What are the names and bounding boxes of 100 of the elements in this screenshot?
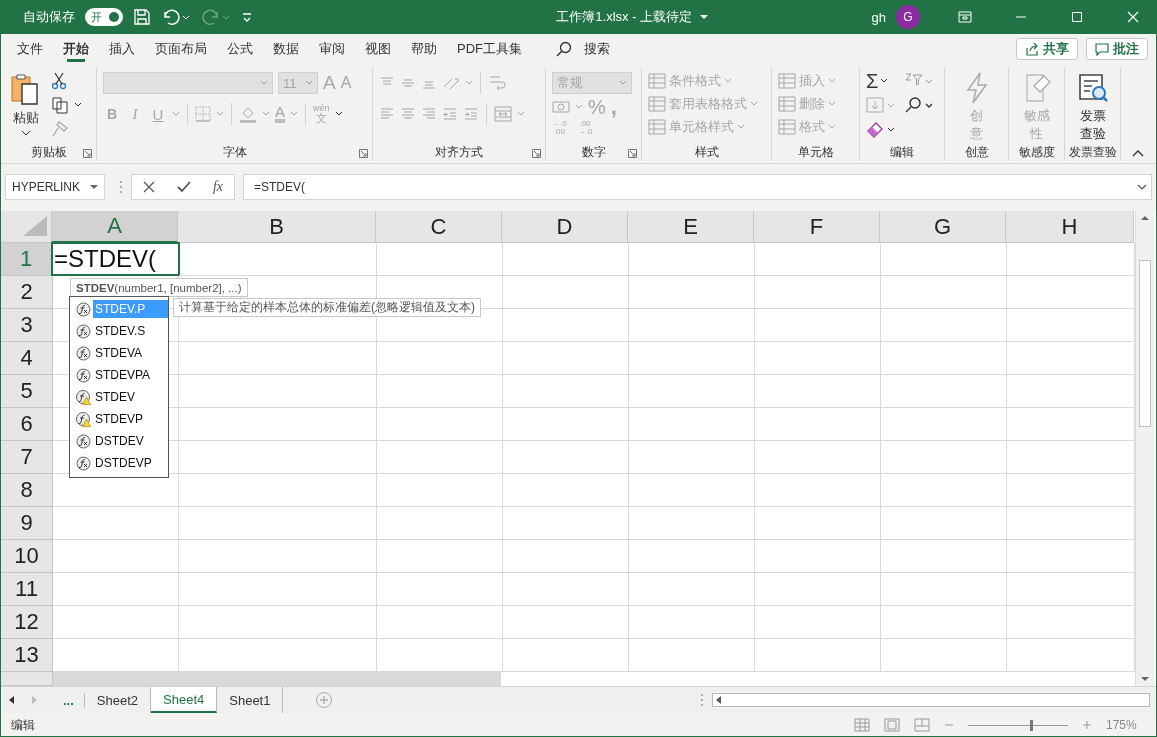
more-sheets-button[interactable]: ... bbox=[53, 692, 85, 708]
autosave-toggle[interactable]: 开 bbox=[85, 8, 123, 26]
row-header[interactable]: 12 bbox=[1, 606, 53, 639]
grid-cell[interactable] bbox=[503, 342, 629, 375]
grid-cell[interactable] bbox=[629, 507, 755, 540]
grid-cell[interactable] bbox=[881, 606, 1007, 639]
grid-cell[interactable] bbox=[629, 540, 755, 573]
ribbon-tab[interactable]: 数据 bbox=[263, 34, 309, 64]
grid-cell[interactable] bbox=[755, 606, 881, 639]
grid-cell[interactable] bbox=[377, 342, 503, 375]
dialog-launcher-icon[interactable] bbox=[83, 149, 92, 158]
ribbon-tab[interactable]: 视图 bbox=[355, 34, 401, 64]
grid-cell[interactable] bbox=[629, 606, 755, 639]
active-cell[interactable]: =STDEV( bbox=[51, 242, 180, 276]
grid-cell[interactable] bbox=[53, 573, 179, 606]
grid-cell[interactable] bbox=[755, 276, 881, 309]
grid-cell[interactable] bbox=[503, 606, 629, 639]
grid-cell[interactable] bbox=[629, 441, 755, 474]
caret-icon[interactable] bbox=[334, 111, 343, 117]
grid-cell[interactable] bbox=[755, 243, 881, 276]
row-header[interactable]: 3 bbox=[1, 309, 53, 342]
grid-cell[interactable] bbox=[881, 243, 1007, 276]
grid-cell[interactable] bbox=[881, 408, 1007, 441]
user-avatar[interactable]: G bbox=[896, 5, 920, 29]
invoice-button[interactable]: 发票查验 bbox=[1074, 70, 1111, 145]
column-header[interactable]: E bbox=[628, 211, 754, 243]
grid-cell[interactable] bbox=[53, 606, 179, 639]
column-header[interactable]: B bbox=[178, 211, 376, 243]
grid-cell[interactable] bbox=[629, 573, 755, 606]
caret-icon[interactable] bbox=[74, 102, 82, 108]
grid-cell[interactable] bbox=[881, 342, 1007, 375]
horizontal-scrollbar[interactable] bbox=[712, 693, 1150, 707]
customize-icon[interactable] bbox=[241, 10, 253, 24]
ribbon-tab[interactable]: 开始 bbox=[53, 34, 99, 64]
autosum-button[interactable]: Σ bbox=[866, 72, 902, 90]
ribbon-tab[interactable]: 帮助 bbox=[401, 34, 447, 64]
copy-icon[interactable] bbox=[51, 96, 69, 114]
function-suggestion[interactable]: STDEVP bbox=[93, 410, 168, 428]
fill-color-icon[interactable] bbox=[239, 105, 257, 123]
row-header[interactable]: 2 bbox=[1, 276, 53, 309]
insert-function-button[interactable]: fx bbox=[212, 179, 223, 195]
row-header[interactable]: 11 bbox=[1, 573, 53, 606]
grid-cell[interactable] bbox=[755, 573, 881, 606]
column-header[interactable]: H bbox=[1006, 211, 1134, 243]
grid-cell[interactable] bbox=[179, 573, 377, 606]
column-header[interactable]: A bbox=[52, 211, 178, 243]
grid-cell[interactable] bbox=[377, 540, 503, 573]
grid-cell[interactable] bbox=[53, 507, 179, 540]
grid-cell[interactable] bbox=[377, 441, 503, 474]
grid-cell[interactable] bbox=[755, 639, 881, 672]
grid-cell[interactable] bbox=[377, 474, 503, 507]
grid-cell[interactable] bbox=[503, 507, 629, 540]
ribbon-tab[interactable]: 公式 bbox=[217, 34, 263, 64]
grid-cell[interactable] bbox=[755, 342, 881, 375]
grid-cell[interactable] bbox=[629, 408, 755, 441]
grid-cell[interactable] bbox=[53, 540, 179, 573]
grid-cell[interactable] bbox=[503, 639, 629, 672]
row-header[interactable]: 4 bbox=[1, 342, 53, 375]
function-suggestion[interactable]: STDEV.S bbox=[93, 322, 168, 340]
grid-cell[interactable] bbox=[377, 408, 503, 441]
grid-cell[interactable] bbox=[629, 243, 755, 276]
grid-cell[interactable] bbox=[377, 507, 503, 540]
ribbon-tab[interactable]: PDF工具集 bbox=[447, 34, 532, 64]
ribbon-tab[interactable]: 页面布局 bbox=[145, 34, 217, 64]
grid-cell[interactable] bbox=[629, 375, 755, 408]
grid-cell[interactable] bbox=[377, 573, 503, 606]
grid-cell[interactable] bbox=[755, 507, 881, 540]
align-right-icon[interactable] bbox=[421, 106, 437, 122]
grid-cell[interactable] bbox=[377, 606, 503, 639]
grid-cell[interactable] bbox=[881, 276, 1007, 309]
currency-icon[interactable] bbox=[552, 100, 570, 114]
row-header[interactable]: 13 bbox=[1, 639, 53, 672]
grid-cell[interactable] bbox=[755, 441, 881, 474]
grid-cell[interactable] bbox=[629, 474, 755, 507]
formula-field[interactable]: =STDEV( bbox=[243, 174, 1152, 200]
row-header[interactable]: 8 bbox=[1, 474, 53, 507]
zoom-slider[interactable] bbox=[1030, 719, 1033, 731]
row-header[interactable]: 9 bbox=[1, 507, 53, 540]
paste-button[interactable]: 粘贴 bbox=[7, 70, 45, 138]
grid-cell[interactable] bbox=[755, 309, 881, 342]
page-break-preview-icon[interactable] bbox=[914, 718, 930, 732]
borders-icon[interactable] bbox=[195, 106, 211, 122]
collapse-ribbon-icon[interactable] bbox=[1132, 149, 1144, 157]
fill-icon[interactable] bbox=[866, 96, 894, 114]
grid-cell[interactable] bbox=[179, 408, 377, 441]
grid-cell[interactable] bbox=[755, 375, 881, 408]
grid-cell[interactable] bbox=[179, 243, 377, 276]
grid-cell[interactable] bbox=[179, 507, 377, 540]
grid-cell[interactable] bbox=[881, 639, 1007, 672]
grid-cell[interactable] bbox=[179, 375, 377, 408]
grid-cell[interactable] bbox=[503, 309, 629, 342]
eraser-icon[interactable] bbox=[866, 120, 894, 138]
grid-cell[interactable] bbox=[881, 540, 1007, 573]
grid-cell[interactable] bbox=[503, 408, 629, 441]
column-header[interactable]: F bbox=[754, 211, 880, 243]
column-header[interactable]: G bbox=[880, 211, 1006, 243]
scrollbar-thumb[interactable] bbox=[1139, 260, 1151, 427]
grid-cell[interactable] bbox=[881, 474, 1007, 507]
grid-cell[interactable] bbox=[503, 573, 629, 606]
row-header[interactable]: 7 bbox=[1, 441, 53, 474]
